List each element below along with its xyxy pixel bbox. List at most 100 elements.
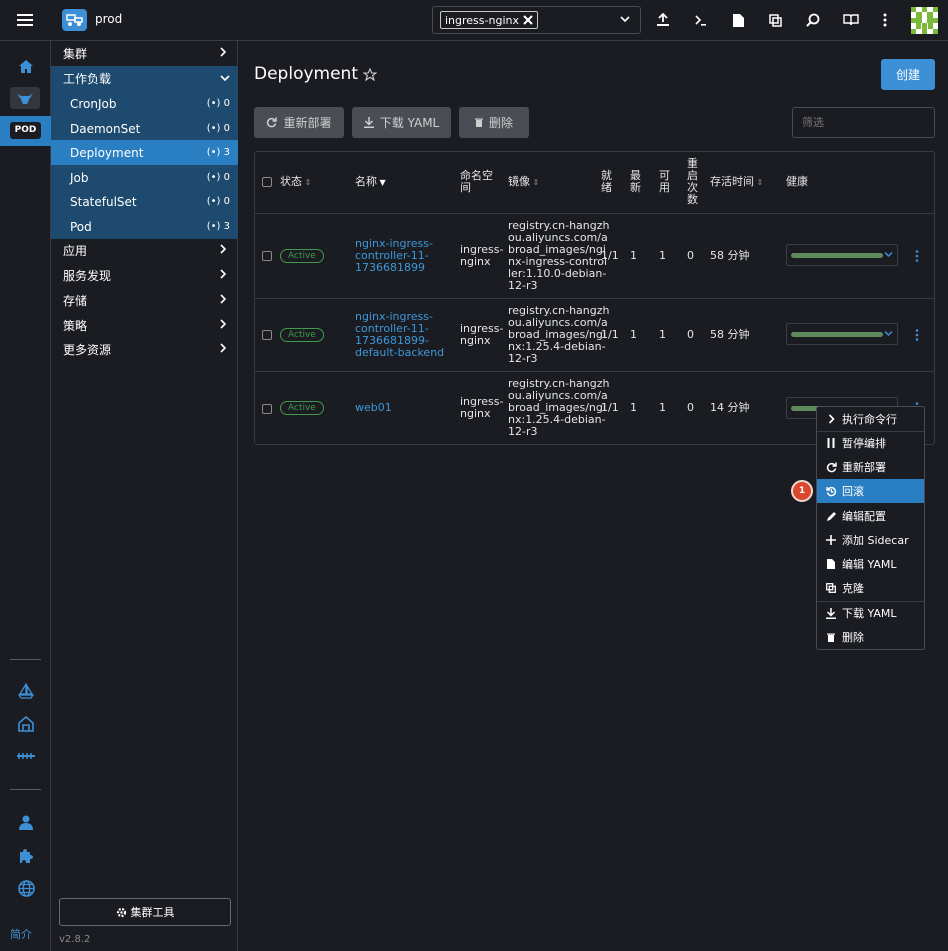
file-icon[interactable] bbox=[729, 11, 747, 29]
menu-item-edit-yaml[interactable]: 编辑 YAML bbox=[817, 552, 924, 576]
header-restarts[interactable]: 重启次数 bbox=[687, 158, 698, 206]
hamburger-menu-icon[interactable] bbox=[15, 11, 35, 29]
sidebar-item-policy[interactable]: 策略 bbox=[51, 313, 238, 338]
cluster-logo-icon bbox=[62, 9, 87, 31]
header-status[interactable]: 状态 ⇕ bbox=[280, 176, 311, 189]
download-yaml-button[interactable]: 下载 YAML bbox=[352, 107, 451, 138]
namespaced-icon: (•) bbox=[206, 98, 221, 109]
chevron-down-icon[interactable] bbox=[620, 15, 630, 23]
user-avatar[interactable] bbox=[911, 7, 938, 34]
sidebar-item-label: DaemonSet bbox=[70, 121, 141, 136]
rail-divider-2 bbox=[10, 789, 41, 790]
more-vertical-icon[interactable] bbox=[878, 11, 892, 29]
header-ready[interactable]: 就绪 bbox=[601, 170, 612, 194]
menu-item-exec-shell[interactable]: 执行命令行 bbox=[817, 407, 924, 431]
star-icon[interactable] bbox=[362, 67, 377, 81]
sailboat-icon[interactable] bbox=[16, 681, 36, 701]
sidebar-item-daemonset[interactable]: DaemonSet (•) 0 bbox=[51, 116, 238, 141]
health-bar[interactable] bbox=[786, 244, 898, 266]
globe-icon[interactable] bbox=[16, 878, 36, 898]
menu-item-redeploy[interactable]: 重新部署 bbox=[817, 455, 924, 479]
header-age-label: 存活时间 bbox=[710, 175, 754, 188]
menu-item-pause[interactable]: 暂停编排 bbox=[817, 431, 924, 455]
namespaced-icon: (•) bbox=[206, 147, 221, 158]
create-button[interactable]: 创建 bbox=[881, 59, 935, 90]
pod-cluster-item[interactable]: POD bbox=[0, 116, 51, 146]
deployment-name-link[interactable]: nginx-ingress-controller-11- 1736681899- d… bbox=[355, 311, 444, 359]
select-all-checkbox[interactable] bbox=[262, 177, 272, 187]
sidebar-item-workloads[interactable]: 工作负载 bbox=[51, 66, 238, 91]
cluster-bull-icon[interactable] bbox=[10, 87, 40, 109]
status-badge: Active bbox=[280, 401, 324, 415]
delete-label: 删除 bbox=[488, 116, 513, 130]
menu-item-edit-config[interactable]: 编辑配置 bbox=[817, 504, 924, 528]
row-checkbox[interactable] bbox=[262, 251, 272, 261]
header-name[interactable]: 名称 ▼ bbox=[355, 176, 386, 189]
menu-item-rollback[interactable]: 回滚 bbox=[817, 479, 924, 503]
health-bar[interactable] bbox=[786, 323, 898, 345]
header-available[interactable]: 可用 bbox=[659, 170, 670, 194]
sidebar-item-apps[interactable]: 应用 bbox=[51, 238, 238, 263]
header-uptodate[interactable]: 最新 bbox=[630, 170, 641, 194]
redeploy-button[interactable]: 重新部署 bbox=[254, 107, 344, 138]
sidebar-item-job[interactable]: Job (•) 0 bbox=[51, 165, 238, 190]
namespace-line: nginx bbox=[460, 334, 491, 347]
count-badge: (•) 0 bbox=[207, 98, 230, 109]
sidebar-item-storage[interactable]: 存储 bbox=[51, 288, 238, 313]
namespace-cell: ingress-nginx bbox=[460, 323, 504, 347]
fleet-link-icon[interactable] bbox=[14, 748, 38, 764]
row-checkbox[interactable] bbox=[262, 330, 272, 340]
about-link[interactable]: 简介 bbox=[10, 926, 32, 942]
delete-button[interactable]: 删除 bbox=[459, 107, 529, 138]
puzzle-extension-icon[interactable] bbox=[16, 846, 36, 866]
book-icon[interactable] bbox=[841, 11, 861, 29]
menu-item-label: 执行命令行 bbox=[842, 413, 897, 426]
home-icon[interactable] bbox=[16, 57, 36, 75]
row-actions-icon[interactable] bbox=[915, 329, 919, 341]
header-uptodate-line2: 新 bbox=[630, 181, 641, 194]
barn-icon[interactable] bbox=[16, 714, 36, 734]
sidebar-item-more-resources[interactable]: 更多资源 bbox=[51, 337, 238, 362]
namespaced-icon: (•) bbox=[206, 172, 221, 183]
sidebar-item-deployment[interactable]: Deployment (•) 3 bbox=[51, 140, 238, 165]
image-cell: registry.cn-hangzh ou.aliyuncs.com/a broad… bbox=[508, 378, 610, 438]
user-icon[interactable] bbox=[16, 813, 36, 831]
deployment-name-link[interactable]: web01 bbox=[355, 402, 392, 414]
cluster-tools-button[interactable]: 集群工具 bbox=[59, 898, 231, 926]
menu-item-download-yaml[interactable]: 下载 YAML bbox=[817, 601, 924, 625]
header-image[interactable]: 镜像 ⇕ bbox=[508, 176, 539, 189]
search-icon[interactable] bbox=[804, 11, 822, 29]
menu-item-add-sidecar[interactable]: 添加 Sidecar bbox=[817, 528, 924, 552]
menu-item-clone[interactable]: 克隆 bbox=[817, 576, 924, 600]
import-upload-icon[interactable] bbox=[654, 11, 672, 29]
count-value: 3 bbox=[223, 147, 230, 158]
row-checkbox[interactable] bbox=[262, 404, 272, 414]
trash-icon bbox=[474, 118, 483, 127]
namespace-chip[interactable]: ingress-nginx bbox=[440, 11, 538, 29]
image-line: 12-r3 bbox=[508, 352, 538, 365]
sidebar-item-service-discovery[interactable]: 服务发现 bbox=[51, 263, 238, 288]
menu-item-delete[interactable]: 删除 bbox=[817, 625, 924, 649]
row-actions-icon[interactable] bbox=[915, 250, 919, 262]
sidebar-item-statefulset[interactable]: StatefulSet (•) 0 bbox=[51, 189, 238, 214]
header-age[interactable]: 存活时间 ⇕ bbox=[710, 176, 763, 189]
sidebar-item-cluster[interactable]: 集群 bbox=[51, 41, 238, 66]
filter-input[interactable] bbox=[792, 107, 935, 138]
download-yaml-label: 下载 YAML bbox=[379, 116, 440, 130]
step-marker: 1 bbox=[791, 480, 813, 502]
copy-icon[interactable] bbox=[766, 11, 784, 29]
terminal-icon[interactable] bbox=[692, 11, 710, 29]
deployment-name-link[interactable]: nginx-ingress-controller-11- 1736681899 bbox=[355, 238, 433, 274]
namespace-selector[interactable]: ingress-nginx bbox=[432, 6, 641, 34]
header-name-label: 名称 bbox=[355, 175, 377, 188]
namespaced-icon: (•) bbox=[206, 123, 221, 134]
menu-item-label: 编辑 YAML bbox=[842, 558, 897, 571]
namespace-chip-label: ingress-nginx bbox=[445, 13, 519, 27]
header-namespace[interactable]: 命名空间 bbox=[460, 170, 493, 194]
chevron-right-icon bbox=[219, 318, 229, 332]
menu-item-label: 回滚 bbox=[842, 485, 864, 498]
close-icon[interactable] bbox=[523, 15, 533, 25]
sidebar-item-cronjob[interactable]: CronJob (•) 0 bbox=[51, 91, 238, 116]
header-restarts-line4: 数 bbox=[687, 193, 698, 206]
sidebar-item-pod[interactable]: Pod (•) 3 bbox=[51, 214, 238, 239]
